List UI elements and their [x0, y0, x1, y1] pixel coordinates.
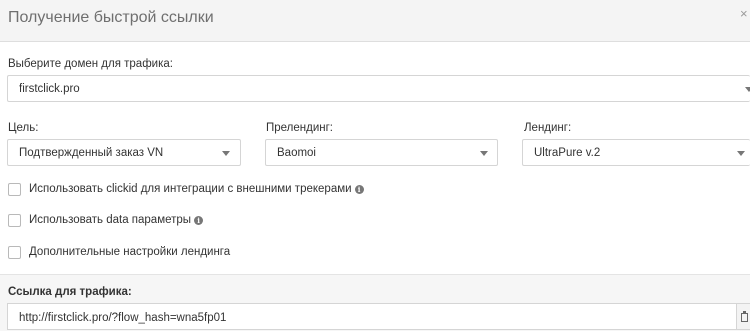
- option-label: Использовать clickid для интеграции с вн…: [29, 183, 364, 195]
- info-icon[interactable]: i: [194, 216, 204, 225]
- landing-settings-checkbox[interactable]: [8, 246, 21, 259]
- landing-select-value: UltraPure v.2: [534, 147, 601, 159]
- traffic-link-label: Ссылка для трафика:: [8, 286, 132, 298]
- chevron-down-icon: [737, 151, 745, 156]
- prelanding-label: Прелендинг:: [266, 122, 334, 134]
- clickid-checkbox[interactable]: [8, 183, 21, 196]
- chevron-down-icon: [222, 151, 230, 156]
- traffic-link-value: http://firstclick.pro/?flow_hash=wna5fp0…: [19, 312, 227, 324]
- clipboard-icon: [741, 313, 748, 322]
- domain-select-value: firstclick.pro: [19, 83, 80, 95]
- option-label: Использовать data параметры i: [29, 214, 204, 226]
- domain-select[interactable]: firstclick.pro: [7, 75, 750, 102]
- traffic-link-field[interactable]: http://firstclick.pro/?flow_hash=wna5fp0…: [7, 303, 736, 330]
- domain-label: Выберите домен для трафика:: [8, 58, 173, 70]
- copy-button[interactable]: [736, 303, 750, 330]
- goal-label: Цель:: [8, 122, 39, 134]
- modal-header: Получение быстрой ссылки ×: [0, 0, 750, 42]
- landing-label: Лендинг:: [524, 122, 572, 134]
- chevron-down-icon: [480, 151, 488, 156]
- option-label: Дополнительные настройки лендинга: [29, 246, 231, 258]
- prelanding-select[interactable]: Baomoi: [265, 139, 498, 166]
- close-icon[interactable]: ×: [740, 6, 748, 21]
- data-params-checkbox[interactable]: [8, 214, 21, 227]
- modal-title: Получение быстрой ссылки: [8, 9, 214, 26]
- chevron-down-icon: [745, 87, 750, 92]
- landing-select[interactable]: UltraPure v.2: [522, 139, 750, 166]
- prelanding-select-value: Baomoi: [277, 147, 316, 159]
- info-icon[interactable]: i: [354, 185, 364, 194]
- goal-select-value: Подтвержденный заказ VN: [19, 147, 164, 159]
- goal-select[interactable]: Подтвержденный заказ VN: [7, 139, 241, 166]
